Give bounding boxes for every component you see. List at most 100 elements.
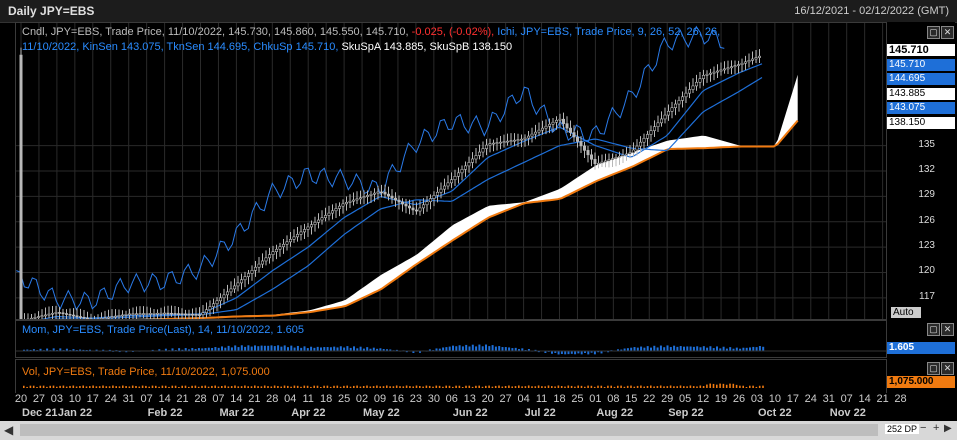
momentum-bar (445, 347, 448, 351)
momentum-bar (287, 347, 289, 351)
price-tag: 145.710 (887, 44, 955, 56)
candle-body (642, 138, 646, 143)
volume-bar (709, 383, 711, 388)
candle-body (233, 285, 237, 290)
restore-icon[interactable]: ▢ (927, 26, 940, 39)
candle-body (288, 239, 292, 243)
volume-bar (666, 386, 669, 388)
candle-body (428, 198, 432, 202)
candle-body (684, 92, 688, 98)
candle-body (163, 312, 167, 315)
momentum-bar (273, 346, 276, 351)
momentum-bar (692, 346, 695, 351)
volume-bar (379, 386, 381, 388)
candle-body (435, 191, 439, 196)
time-scrollbar[interactable]: ◀ 252 DP − + ▶ (0, 421, 957, 440)
momentum-axis[interactable]: ▢ ✕ 1.605 (887, 320, 955, 356)
momentum-bar (339, 346, 342, 351)
momentum-bar (686, 346, 689, 351)
volume-bar (395, 385, 398, 388)
volume-bar (537, 385, 540, 388)
candle-body (236, 282, 240, 287)
volume-bar (435, 385, 438, 388)
volume-bar (458, 385, 461, 388)
price-chart[interactable] (16, 23, 886, 319)
legend-cndl-change: -0.025, (-0.02%), (411, 26, 495, 38)
volume-bar (122, 385, 124, 388)
volume-bar (323, 385, 325, 388)
auto-scale-button[interactable]: Auto (891, 307, 921, 318)
volume-bar (676, 386, 678, 388)
volume-bar (749, 385, 751, 388)
volume-bar (197, 386, 200, 388)
close-icon[interactable]: ✕ (941, 362, 954, 375)
volume-bar (69, 385, 71, 388)
volume-bar (333, 385, 335, 388)
zoom-in-icon[interactable]: + (933, 422, 939, 434)
main-legend: Cndl, JPY=EBS, Trade Price, 11/10/2022, … (22, 25, 720, 40)
volume-bar (438, 385, 441, 388)
price-axis[interactable]: ▢ ✕ 145.710 145.710 144.695 143.885 143.075 1… (887, 22, 955, 318)
candle-body (575, 136, 579, 142)
momentum-bar (448, 346, 451, 351)
volume-panel[interactable]: Vol, JPY=EBS, Trade Price, 11/10/2022, 1… (15, 359, 887, 394)
volume-bar (349, 386, 352, 388)
volume-axis[interactable]: ▢ ✕ 1,075.000 (887, 359, 955, 392)
restore-icon[interactable]: ▢ (927, 362, 940, 375)
volume-bar (719, 383, 721, 388)
close-icon[interactable]: ✕ (941, 323, 954, 336)
volume-bar (128, 386, 131, 388)
y-tick-label: 129 (918, 189, 935, 201)
momentum-panel[interactable]: Mom, JPY=EBS, Trade Price(Last), 14, 11/… (15, 320, 887, 358)
price-tag: 138.150 (887, 116, 955, 129)
momentum-bar (706, 347, 709, 351)
momentum-bar (689, 346, 692, 351)
candle-body (474, 155, 478, 160)
zoom-out-icon[interactable]: − (920, 422, 926, 434)
candle-body (526, 135, 530, 139)
volume-bar (465, 385, 467, 388)
momentum-bar (679, 346, 682, 351)
scroll-right-icon[interactable]: ▶ (944, 423, 952, 434)
candle-body (628, 152, 632, 155)
volume-bar (716, 384, 718, 388)
momentum-bar (475, 346, 478, 351)
momentum-bar (716, 346, 718, 351)
volume-bar (468, 385, 471, 388)
volume-bar (316, 385, 319, 388)
candle-body (701, 75, 705, 79)
volume-bar (230, 386, 233, 388)
volume-bar (762, 385, 764, 388)
momentum-bar (749, 347, 751, 351)
candle-body (624, 153, 628, 156)
candle-body (747, 60, 751, 63)
volume-bar (554, 386, 556, 388)
candle-body (78, 316, 82, 318)
close-icon[interactable]: ✕ (941, 26, 954, 39)
volume-bar (257, 386, 259, 388)
momentum-bar (336, 347, 339, 351)
volume-bar (366, 385, 368, 388)
volume-bar (105, 386, 108, 388)
volume-bar (234, 385, 236, 388)
candle-body (544, 125, 548, 129)
volume-bar (376, 385, 378, 388)
candle-body (635, 145, 639, 151)
scroll-thumb[interactable] (20, 424, 878, 436)
scroll-left-icon[interactable]: ◀ (4, 423, 13, 437)
y-tick-label: 120 (918, 265, 935, 277)
candle-body (208, 306, 212, 310)
candle-body (740, 62, 744, 65)
candle-body (533, 131, 537, 135)
volume-bar (201, 385, 203, 388)
price-panel[interactable]: Cndl, JPY=EBS, Trade Price, 11/10/2022, … (15, 22, 887, 320)
candle-body (110, 316, 114, 318)
restore-icon[interactable]: ▢ (927, 323, 940, 336)
volume-bar (617, 385, 619, 388)
momentum-bar (346, 346, 349, 351)
volume-bar (320, 386, 322, 388)
candle-body (505, 140, 509, 143)
volume-bar (389, 386, 391, 388)
volume-bar (659, 385, 662, 388)
candle-body (659, 118, 663, 124)
